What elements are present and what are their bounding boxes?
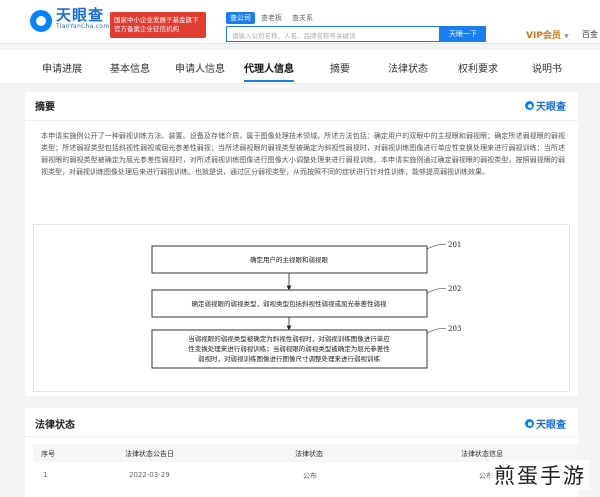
flow-step-202-text: 确定弱视眼的弱视类型，弱视类型包括斜视性弱视或屈光参差性弱视 [192, 299, 388, 308]
col-index: 序号 [41, 450, 55, 458]
flow-step-203-line-1: 当弱视眼的弱视类型被确定为斜视性弱视时，对弱视训练图像进行单应 [188, 334, 390, 343]
flow-step-203-line-3: 弱视时，对弱视训练图像进行图像尺寸调整处理来进行弱视训练 [198, 354, 381, 363]
col-announce-date: 法律状态公告日 [125, 450, 174, 458]
abstract-text: 本申请实施例公开了一种弱视训练方法、装置、设备及存储介质，属于图像处理技术领域。… [41, 132, 565, 176]
search-tab-relation[interactable]: 查关系 [288, 12, 317, 24]
site-logo[interactable]: 天眼查 TianYanCha.com [30, 6, 110, 32]
abstract-watermark: 天眼查 [525, 98, 566, 113]
tab-basic-info[interactable]: 基本信息 [110, 60, 150, 75]
tab-description[interactable]: 说明书 [532, 60, 562, 75]
abstract-section: 摘要 天眼查 本申请实施例公开了一种弱视训练方法、装置、设备及存储介质，属于图像… [25, 92, 578, 396]
cell-date: 2022-03-29 [129, 471, 170, 479]
cell-status: 公布 [303, 472, 317, 480]
divider [25, 436, 578, 437]
logo-domain: TianYanCha.com [56, 23, 110, 30]
tianyancha-logo-icon [525, 419, 534, 428]
legal-status-title: 法律状态 [35, 420, 75, 431]
legal-watermark: 天眼查 [525, 416, 566, 431]
search-type-tabs: 查公司 查老板 查关系 [226, 12, 317, 24]
tab-application-progress[interactable]: 申请进展 [42, 60, 82, 75]
baijin-link[interactable]: 百金 [582, 29, 598, 40]
logo-eye-icon [30, 10, 52, 32]
flow-step-203-line-2: 性变换处理来进行弱视训练；当弱视眼的弱视类型被确定为屈光参差性 [188, 344, 390, 353]
search-tab-boss[interactable]: 查老板 [257, 12, 286, 24]
tianyancha-logo-icon [525, 101, 534, 110]
flow-step-201-text: 确定用户的主视眼和弱视眼 [250, 255, 329, 264]
tab-legal-status[interactable]: 法律状态 [388, 60, 428, 75]
tab-agent-info[interactable]: 代理人信息 [244, 60, 294, 82]
col-legal-status-info: 法律状态信息 [461, 450, 503, 458]
flow-step-202-number: 202 [448, 285, 461, 293]
flowchart: 确定用户的主视眼和弱视眼 201 确定弱视眼的弱视类型，弱视类型包括斜视性弱视或… [151, 241, 461, 369]
search-button[interactable]: 天眼一下 [440, 26, 486, 42]
flow-step-203-number: 203 [448, 325, 461, 333]
logo-name: 天眼查 [56, 6, 105, 24]
abstract-watermark-text: 天眼查 [536, 102, 566, 113]
top-header: 天眼查 TianYanCha.com 国家中小企业发展子基金旗下 官方备案企业征… [0, 0, 600, 44]
caret-down-icon: ▼ [564, 33, 569, 40]
tab-claims[interactable]: 权利要求 [458, 60, 498, 75]
patent-tabs: 申请进展 基本信息 申请人信息 代理人信息 摘要 法律状态 权利要求 说明书 [0, 50, 600, 84]
promo-banner[interactable]: 国家中小企业发展子基金旗下 官方备案企业征信机构 [110, 12, 206, 38]
abstract-title: 摘要 [35, 102, 55, 113]
tab-abstract[interactable]: 摘要 [330, 60, 350, 75]
cell-index: 1 [43, 471, 48, 479]
flow-step-201-number: 201 [448, 241, 461, 249]
search-input[interactable]: 请输入公司名称、人名、品牌名称等关键词 [226, 26, 440, 42]
divider [25, 120, 578, 121]
tab-applicant-info[interactable]: 申请人信息 [175, 60, 225, 75]
vip-label: VIP会员 [526, 31, 561, 41]
legal-watermark-text: 天眼查 [536, 420, 566, 431]
col-legal-status: 法律状态 [295, 450, 323, 458]
search-tab-company[interactable]: 查公司 [226, 12, 255, 24]
abstract-figure[interactable]: 确定用户的主视眼和弱视眼 201 确定弱视眼的弱视类型，弱视类型包括斜视性弱视或… [33, 224, 570, 392]
corner-watermark: 煎蛋手游 [490, 460, 590, 490]
vip-menu[interactable]: VIP会员 ▼ [526, 28, 569, 41]
